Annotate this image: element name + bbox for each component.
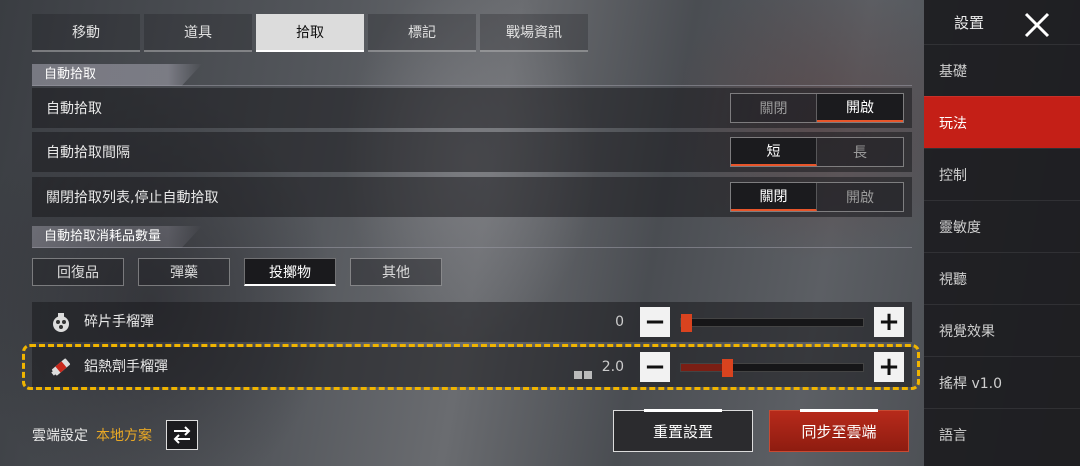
sidebar-title: 設置 [954, 13, 985, 32]
section-title: 自動拾取 [44, 67, 97, 82]
frag-grenade-icon [53, 313, 69, 332]
tab-battle-info[interactable]: 戰場資訊 [480, 14, 588, 52]
settings-sidebar: 設置 基礎 玩法 控制 靈敏度 視聽 視覺效果 搖桿 v1.0 語言 [924, 0, 1080, 466]
sync-to-cloud-button[interactable]: 同步至雲端 [769, 409, 909, 452]
sidebar-item-basic[interactable]: 基礎 [924, 44, 1080, 96]
option-long[interactable]: 長 [817, 138, 903, 166]
option-on[interactable]: 開啟 [817, 183, 903, 211]
sidebar-item-controls[interactable]: 控制 [924, 148, 1080, 200]
option-off[interactable]: 關閉 [731, 183, 817, 211]
category-other[interactable]: 其他 [350, 258, 442, 286]
option-off[interactable]: 關閉 [731, 94, 817, 122]
slider-handle[interactable] [681, 314, 692, 332]
consumable-row-frag-grenade: 碎片手榴彈 0 − + [32, 302, 912, 342]
sidebar-item-sensitivity[interactable]: 靈敏度 [924, 200, 1080, 252]
category-throwables[interactable]: 投擲物 [244, 258, 336, 286]
cloud-settings: 雲端設定 本地方案 [32, 420, 198, 450]
setting-label: 關閉拾取列表,停止自動拾取 [46, 190, 219, 206]
swap-plan-button[interactable] [166, 420, 198, 450]
option-short[interactable]: 短 [731, 138, 817, 166]
category-ammo[interactable]: 彈藥 [138, 258, 230, 286]
setting-row-close-list-stop: 關閉拾取列表,停止自動拾取 關閉 開啟 [32, 177, 912, 217]
section-header-auto-pickup: 自動拾取 [32, 64, 912, 86]
top-tabs: 移動 道具 拾取 標記 戰場資訊 [32, 14, 592, 52]
sidebar-item-joystick[interactable]: 搖桿 v1.0 [924, 356, 1080, 408]
setting-label: 自動拾取間隔 [46, 145, 130, 161]
quantity-slider[interactable] [680, 314, 864, 332]
tab-marking[interactable]: 標記 [368, 14, 476, 52]
option-on[interactable]: 開啟 [817, 94, 903, 122]
cloud-settings-label: 雲端設定 [32, 428, 88, 444]
section-title: 自動拾取消耗品數量 [44, 229, 162, 244]
consumable-value: 0 [615, 314, 624, 330]
sidebar-header: 設置 [924, 0, 1080, 44]
pickup-interval-toggle: 短 長 [730, 137, 904, 167]
decrease-button[interactable]: − [640, 307, 670, 337]
tab-pickup[interactable]: 拾取 [256, 14, 364, 52]
increase-button[interactable]: + [874, 307, 904, 337]
section-header-consumables: 自動拾取消耗品數量 [32, 226, 912, 248]
swap-arrows-icon [173, 426, 191, 444]
tab-movement[interactable]: 移動 [32, 14, 140, 52]
setting-row-auto-pickup: 自動拾取 關閉 開啟 [32, 88, 912, 128]
consumable-category-tabs: 回復品 彈藥 投擲物 其他 [32, 258, 456, 286]
setting-row-pickup-interval: 自動拾取間隔 短 長 [32, 132, 912, 172]
highlight-frame [22, 344, 920, 390]
sidebar-item-language[interactable]: 語言 [924, 408, 1080, 460]
reset-settings-button[interactable]: 重置設置 [613, 409, 753, 452]
sidebar-item-visual-effects[interactable]: 視覺效果 [924, 304, 1080, 356]
auto-pickup-toggle: 關閉 開啟 [730, 93, 904, 123]
tab-items[interactable]: 道具 [144, 14, 252, 52]
sidebar-item-gameplay[interactable]: 玩法 [924, 96, 1080, 148]
setting-label: 自動拾取 [46, 101, 102, 117]
consumable-name: 碎片手榴彈 [84, 314, 154, 330]
cloud-settings-value: 本地方案 [96, 428, 152, 444]
close-list-stop-toggle: 關閉 開啟 [730, 182, 904, 212]
close-icon[interactable] [1024, 12, 1050, 38]
sidebar-item-audio-video[interactable]: 視聽 [924, 252, 1080, 304]
category-healing[interactable]: 回復品 [32, 258, 124, 286]
